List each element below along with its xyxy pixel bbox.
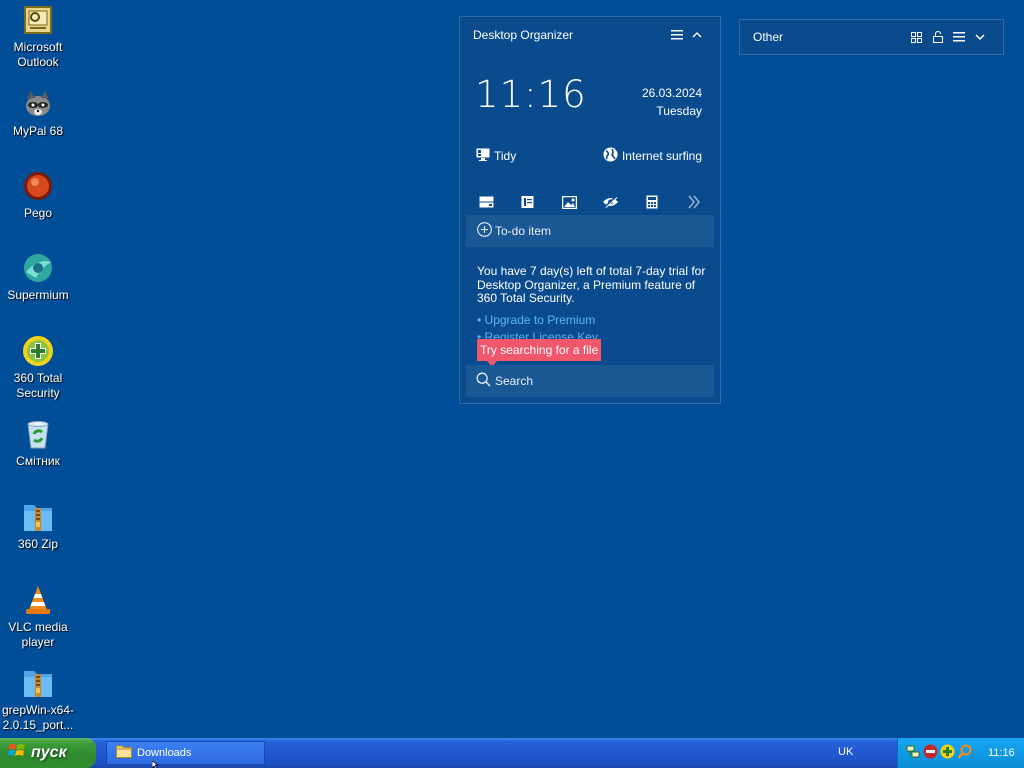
organizer-toolbar <box>476 193 704 211</box>
tidy-label: Tidy <box>494 149 517 163</box>
todo-input[interactable]: To-do item <box>466 215 714 247</box>
desktop-icon-vlc[interactable]: VLC media player <box>0 584 76 650</box>
chevron-down-icon[interactable] <box>969 27 990 47</box>
search-tooltip: Try searching for a file <box>477 339 602 367</box>
trial-message: You have 7 day(s) left of total 7-day tr… <box>477 264 706 305</box>
upgrade-premium-link[interactable]: • Upgrade to Premium <box>477 312 598 329</box>
desktop-icon-label: MyPal 68 <box>12 124 64 138</box>
desktop-icon-pego[interactable]: Pego <box>0 170 76 221</box>
internet-surfing-label: Internet surfing <box>621 149 702 163</box>
search-tray-icon[interactable] <box>957 744 972 762</box>
menu-icon[interactable] <box>948 27 969 47</box>
weekday-text: Tuesday <box>656 104 702 118</box>
desktop-icon-mypal[interactable]: MyPal 68 <box>0 88 76 139</box>
search-icon <box>476 372 491 390</box>
search-input[interactable]: Search <box>466 365 714 397</box>
raccoon-browser-icon <box>22 88 54 120</box>
internet-surfing-button[interactable]: Internet surfing <box>603 147 702 165</box>
desktop-icon-outlook[interactable]: Microsoft Outlook <box>0 4 76 70</box>
desktop-icon-label: VLC media player <box>8 620 68 649</box>
taskbar-item-label: Downloads <box>137 747 192 759</box>
add-circle-icon <box>477 222 492 240</box>
hide-eye-icon[interactable] <box>601 193 621 211</box>
unlock-icon[interactable] <box>927 27 948 47</box>
image-icon[interactable] <box>559 193 579 211</box>
mouse-cursor-icon <box>152 761 160 768</box>
desktop-icon-grepwin[interactable]: grepWin-x64-2.0.15_port... <box>0 667 76 733</box>
organizer-title: Desktop Organizer <box>473 28 574 42</box>
globe-icon <box>603 147 618 165</box>
pego-tray-icon[interactable] <box>923 744 938 762</box>
organizer-actions: Tidy Internet surfing <box>476 147 702 165</box>
plus-shield-icon <box>22 335 54 367</box>
organizer-date: 26.03.2024 Tuesday <box>642 84 702 120</box>
system-tray: 11:16 <box>897 738 1024 768</box>
document-icon[interactable] <box>518 193 538 211</box>
taskbar-item-downloads[interactable]: Downloads <box>106 741 265 765</box>
drive-icon[interactable] <box>476 193 496 211</box>
vlc-cone-icon <box>22 584 54 616</box>
supermium-icon <box>22 252 54 284</box>
tidy-button[interactable]: Tidy <box>476 147 516 165</box>
desktop-icon-label: Microsoft Outlook <box>13 40 63 69</box>
monitor-icon <box>476 148 490 164</box>
desktop-icon-label: 360 Total Security <box>13 371 63 400</box>
zip-folder-icon <box>22 501 54 533</box>
chevron-up-icon[interactable] <box>687 25 707 45</box>
start-label: пуск <box>31 744 67 761</box>
grid-view-icon[interactable] <box>906 27 927 47</box>
other-panel: Other <box>739 19 1004 55</box>
desktop-icon-label: Supermium <box>7 288 69 302</box>
desktop-icon-360-zip[interactable]: 360 Zip <box>0 501 76 552</box>
desktop-icon-supermium[interactable]: Supermium <box>0 252 76 303</box>
organizer-clock: 11:16 <box>475 73 587 116</box>
360-security-tray-icon[interactable] <box>940 744 955 762</box>
search-placeholder: Search <box>495 374 534 388</box>
windows-logo-icon <box>8 742 26 765</box>
other-title: Other <box>753 30 784 44</box>
desktop-icon-label: grepWin-x64-2.0.15_port... <box>1 703 75 732</box>
organizer-header: Desktop Organizer <box>460 17 720 53</box>
double-chevron-right-icon[interactable] <box>684 193 704 211</box>
date-text: 26.03.2024 <box>641 86 702 100</box>
recycle-bin-icon <box>22 418 54 450</box>
desktop-organizer-panel: Desktop Organizer 11:16 26.03.2024 Tuesd… <box>459 16 721 404</box>
desktop-icon-recycle-bin[interactable]: Смітник <box>0 418 76 469</box>
folder-icon <box>116 745 132 761</box>
desktop-icon-label: Смітник <box>16 454 60 468</box>
network-icon[interactable] <box>906 744 921 762</box>
desktop-icon-360-total-security[interactable]: 360 Total Security <box>0 335 76 401</box>
desktop-icon-label: Pego <box>23 206 53 220</box>
trial-links: • Upgrade to Premium • Register License … <box>477 312 598 340</box>
taskbar-clock[interactable]: 11:16 <box>988 747 1015 759</box>
start-button[interactable]: пуск <box>0 738 96 768</box>
outlook-icon <box>22 4 54 36</box>
calculator-icon[interactable] <box>642 193 662 211</box>
todo-label: To-do item <box>495 224 552 238</box>
desktop-icon-label: 360 Zip <box>17 537 59 551</box>
pego-icon <box>22 170 54 202</box>
zip-folder-icon <box>22 667 54 699</box>
menu-icon[interactable] <box>667 25 687 45</box>
language-indicator[interactable]: UK <box>838 746 853 758</box>
